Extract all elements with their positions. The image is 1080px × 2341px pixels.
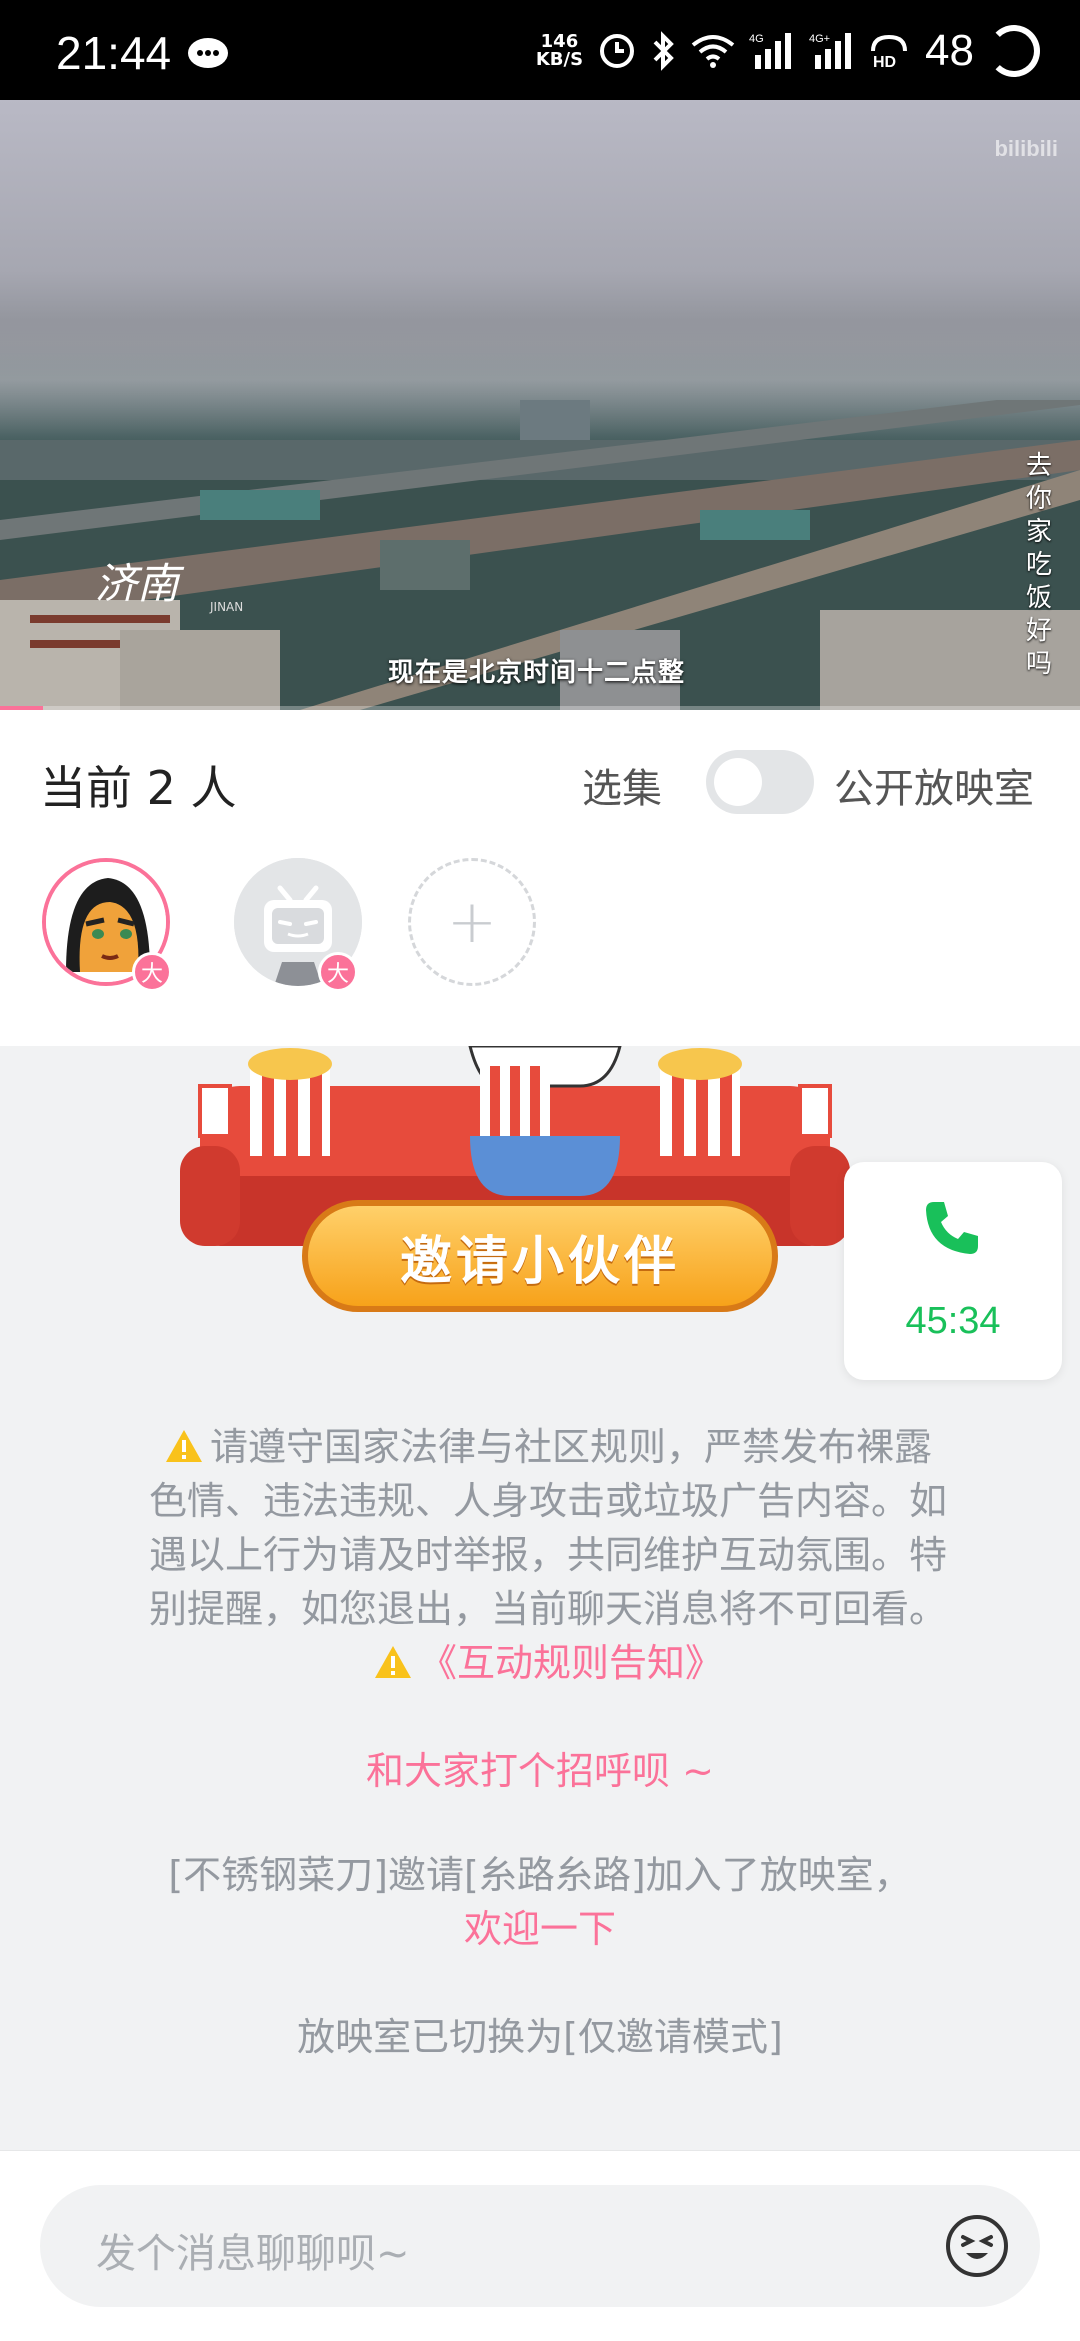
member-badge: 大	[132, 952, 172, 992]
message-input-bar: 发个消息聊聊呗~	[0, 2150, 1080, 2341]
episode-select-button[interactable]: 选集	[582, 756, 662, 814]
emoji-icon[interactable]	[944, 2213, 1010, 2279]
wechat-icon	[188, 38, 228, 68]
welcome-link[interactable]: 欢迎一下	[0, 1902, 1080, 1956]
net-speed: 146 KB/S	[535, 31, 584, 70]
status-bar: 21:44 146 KB/S 4G 4G+ HD 48	[0, 0, 1080, 100]
battery-ring-icon	[988, 25, 1040, 77]
public-room-toggle[interactable]	[706, 750, 814, 814]
city-sub-overlay: JINAN	[210, 600, 244, 614]
plus-icon: +	[446, 887, 498, 957]
clock: 21:44	[56, 27, 172, 79]
add-member-button[interactable]: +	[408, 858, 536, 986]
svg-text:4G: 4G	[749, 33, 764, 45]
notice-text: 请遵守国家法律与社区规则，严禁发布裸露色情、违法违规、人身攻击或垃圾广告内容。如…	[148, 1425, 947, 1631]
alarm-icon	[597, 31, 637, 71]
video-subtitle: 现在是北京时间十二点整	[388, 658, 686, 688]
message-input[interactable]: 发个消息聊聊呗~	[40, 2185, 1040, 2307]
video-player[interactable]: bilibili 济南 JINAN 现在是北京时间十二点整 去你家吃饭好吗	[0, 100, 1080, 710]
warning-icon	[165, 1430, 202, 1462]
vertical-caption: 去你家吃饭好吗	[1025, 451, 1052, 679]
warning-icon	[374, 1646, 411, 1678]
message-input-placeholder: 发个消息聊聊呗~	[96, 2231, 410, 2277]
hd-call-icon: HD	[869, 31, 911, 71]
member-count: 当前 2 人	[40, 761, 237, 815]
battery-level: 48	[925, 26, 974, 75]
call-duration: 45:34	[905, 1300, 1001, 1342]
invite-friends-button[interactable]: 邀请小伙伴	[302, 1200, 778, 1312]
interaction-rules-link[interactable]: 《互动规则告知》	[419, 1641, 723, 1685]
system-mode-message: 放映室已切换为[仅邀请模式]	[297, 2015, 783, 2059]
voice-call-widget[interactable]: 45:34	[844, 1162, 1062, 1380]
invite-message-text: [不锈钢菜刀]邀请[糸路糸路]加入了放映室，	[168, 1853, 912, 1897]
phone-icon	[926, 1202, 978, 1254]
public-room-label: 公开放映室	[834, 766, 1034, 812]
room-info-panel: 当前 2 人 选集 公开放映室 大 大 +	[0, 710, 1080, 1046]
svg-text:4G+: 4G+	[809, 33, 830, 45]
toggle-knob	[714, 758, 762, 806]
signal-icon: 4G	[749, 31, 795, 71]
community-rules-notice: 请遵守国家法律与社区规则，严禁发布裸露色情、违法违规、人身攻击或垃圾广告内容。如…	[148, 1420, 948, 1690]
status-icons: 146 KB/S 4G 4G+ HD 48	[536, 22, 1040, 80]
member-badge: 大	[318, 952, 358, 992]
signal-icon: 4G+	[809, 31, 855, 71]
bilibili-watermark: bilibili	[994, 136, 1058, 161]
bluetooth-icon	[651, 31, 677, 71]
say-hello-prompt[interactable]: 和大家打个招呼呗 ~	[0, 1740, 1080, 1795]
wifi-icon	[691, 33, 735, 69]
svg-text:HD: HD	[873, 54, 896, 71]
city-name-overlay: 济南	[95, 559, 180, 608]
system-invite-message: [不锈钢菜刀]邀请[糸路糸路]加入了放映室， 欢迎一下	[0, 1848, 1080, 1956]
